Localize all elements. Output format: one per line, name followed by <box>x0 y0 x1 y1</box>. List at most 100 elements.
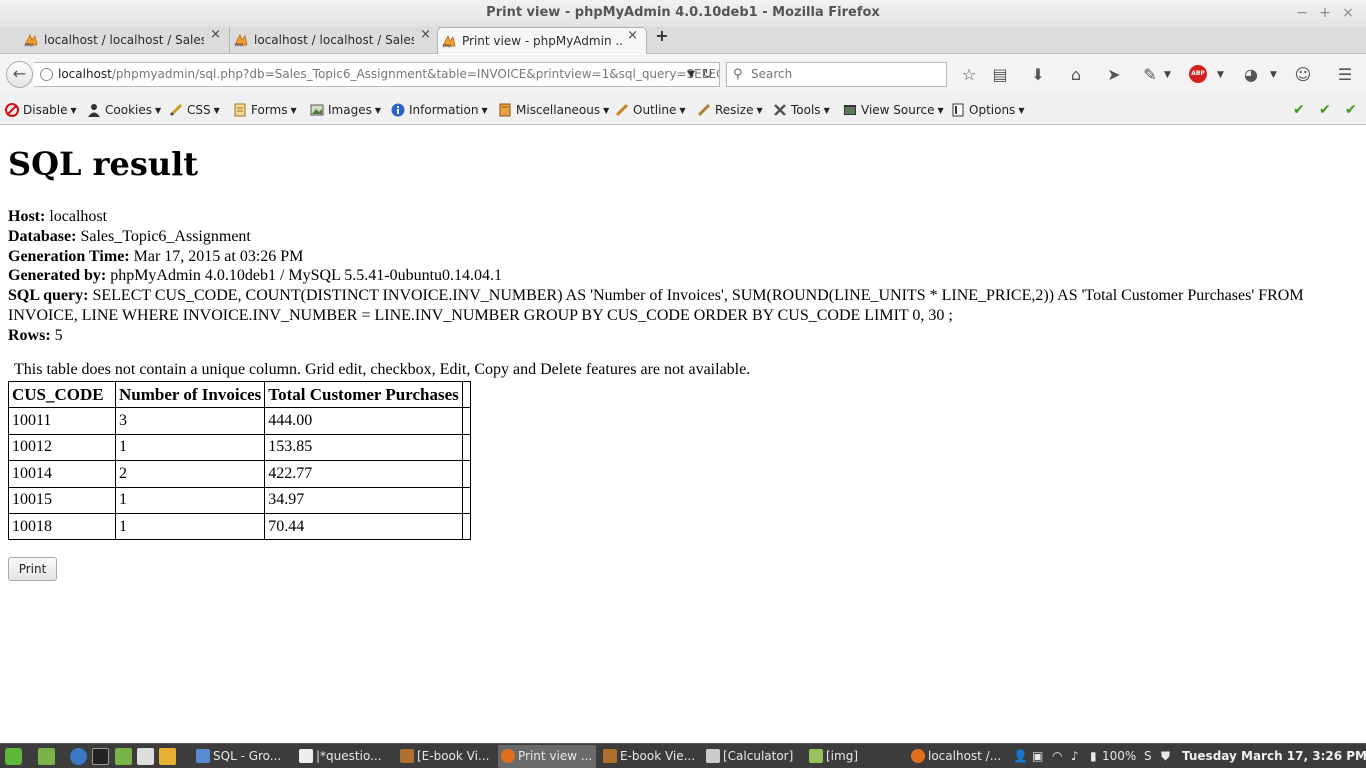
html-valid-check-icon[interactable]: ✔ <box>1319 102 1331 118</box>
taskbar-task-print-view[interactable]: Print view ... <box>498 745 596 768</box>
print-button[interactable]: Print <box>8 557 57 581</box>
devbar-cookies[interactable]: Cookies ▼ <box>87 101 161 119</box>
task-label: [Calculator] <box>723 749 794 763</box>
cell-empty <box>461 433 471 462</box>
forms-icon <box>234 103 246 117</box>
cell-total-purchases: 70.44 <box>264 512 463 541</box>
devbar-forms[interactable]: Forms ▼ <box>233 101 297 119</box>
task-label: [img] <box>826 749 859 763</box>
addon-icon[interactable]: ◕ <box>1240 64 1262 86</box>
tab-close-icon[interactable]: × <box>420 27 431 42</box>
web-developer-toolbar: Disable ▼ Cookies ▼ CSS ▼ Forms ▼ Images ▼ In… <box>0 94 1366 125</box>
search-input[interactable]: ⚲ Search <box>726 62 947 87</box>
extension-icon[interactable]: ✎ <box>1139 64 1161 86</box>
terminal-icon[interactable] <box>92 748 109 765</box>
battery-icon[interactable]: ▮ <box>1090 744 1097 768</box>
host-line: Host: localhost <box>8 207 1358 227</box>
download-icon[interactable]: ⬇ <box>1027 64 1049 86</box>
ebook-viewer-icon <box>400 749 414 763</box>
url-bar[interactable]: localhost/phpmyadmin/sql.php?db=Sales_To… <box>34 62 720 87</box>
tab-close-icon[interactable]: × <box>627 28 638 43</box>
globe-icon <box>40 68 53 81</box>
cell-empty <box>461 486 471 514</box>
adblock-plus-icon[interactable]: ABP <box>1189 65 1207 83</box>
devbar-disable[interactable]: Disable ▼ <box>5 101 77 119</box>
devbar-tools[interactable]: Tools ▼ <box>773 101 830 119</box>
taskbar-task-ebook-1[interactable]: [E-book Vi... <box>397 745 495 768</box>
addon-dropdown-icon[interactable]: ▼ <box>1270 64 1277 86</box>
url-host: localhost <box>58 67 112 81</box>
css-valid-check-icon[interactable]: ✔ <box>1293 102 1305 118</box>
pma-icon: PMA <box>24 34 38 48</box>
firefox-icon <box>911 749 925 763</box>
task-label: SQL - Gro... <box>213 749 282 763</box>
cell-total-purchases: 444.00 <box>264 407 463 435</box>
text-editor-icon <box>299 749 313 763</box>
close-window-button[interactable]: × <box>1336 0 1360 26</box>
maximize-button[interactable]: + <box>1313 0 1337 26</box>
tab-localhost-2[interactable]: PMA localhost / localhost / Sales... × <box>230 27 440 54</box>
reading-list-icon[interactable]: ▤ <box>989 64 1011 86</box>
devbar-view-source[interactable]: View Source ▼ <box>843 101 944 119</box>
folder-icon <box>809 749 823 763</box>
show-desktop-icon[interactable] <box>38 748 55 765</box>
taskbar-task-questions[interactable]: |*questio... <box>296 745 394 768</box>
send-icon[interactable]: ➤ <box>1103 64 1125 86</box>
tab-print-view[interactable]: PMA Print view - phpMyAdmin ... × <box>437 27 647 54</box>
devbar-images[interactable]: Images ▼ <box>310 101 381 119</box>
devbar-outline[interactable]: Outline ▼ <box>615 101 686 119</box>
adblock-dropdown-icon[interactable]: ▼ <box>1217 64 1224 86</box>
text-editor-launcher-icon[interactable] <box>137 748 154 765</box>
taskbar-task-img[interactable]: [img] <box>806 745 904 768</box>
task-label: Print view ... <box>518 749 593 763</box>
menu-icon[interactable]: ☰ <box>1334 64 1356 86</box>
volume-icon[interactable]: ♪ <box>1071 744 1079 768</box>
js-valid-check-icon[interactable]: ✔ <box>1345 102 1357 118</box>
pma-icon: PMA <box>234 34 248 47</box>
rows-value: 5 <box>54 326 63 344</box>
column-header-number-of-invoices: Number of Invoices <box>114 380 266 409</box>
tab-localhost-1[interactable]: PMA localhost / localhost / Sales... × <box>20 27 230 54</box>
user-icon[interactable]: 👤 <box>1013 744 1028 768</box>
cell-cus-code: 10018 <box>8 512 116 541</box>
cell-number-of-invoices: 1 <box>114 512 266 541</box>
column-header-total-customer-purchases: Total Customer Purchases <box>264 380 463 409</box>
options-icon <box>952 103 964 117</box>
update-manager-icon[interactable]: S <box>1144 744 1152 768</box>
devbar-resize[interactable]: Resize ▼ <box>697 101 763 119</box>
clipboard-icon[interactable]: ▣ <box>1032 744 1043 768</box>
result-table: CUS_CODE Number of Invoices Total Custom… <box>8 380 471 541</box>
tab-close-icon[interactable]: × <box>210 27 221 42</box>
devbar-options[interactable]: Options ▼ <box>951 101 1024 119</box>
taskbar-task-localhost[interactable]: localhost /... <box>908 745 1006 768</box>
devbar-label: View Source <box>861 103 935 117</box>
back-button[interactable]: ← <box>6 61 33 88</box>
new-tab-button[interactable]: + <box>652 26 672 54</box>
browser-launcher-icon[interactable] <box>70 748 87 765</box>
minimize-button[interactable]: − <box>1290 0 1314 26</box>
devbar-miscellaneous[interactable]: Miscellaneous ▼ <box>498 101 609 119</box>
bookmark-star-icon[interactable]: ☆ <box>958 64 980 86</box>
url-history-dropdown-icon[interactable]: ▼ <box>687 63 695 86</box>
svg-text:PMA: PMA <box>25 43 34 48</box>
devbar-css[interactable]: CSS ▼ <box>169 101 220 119</box>
extension-dropdown-icon[interactable]: ▼ <box>1164 64 1171 86</box>
task-label: E-book Vie... <box>620 749 696 763</box>
network-wifi-icon[interactable]: ◠ <box>1052 744 1062 768</box>
taskbar-task-sql[interactable]: SQL - Gro... <box>193 745 291 768</box>
devbar-information[interactable]: Information ▼ <box>391 101 488 119</box>
taskbar-task-calculator[interactable]: [Calculator] <box>703 745 801 768</box>
clock[interactable]: Tuesday March 17, 3:26 PM <box>1182 744 1366 768</box>
archive-icon[interactable] <box>159 748 176 765</box>
home-icon[interactable]: ⌂ <box>1065 64 1087 86</box>
battery-percent: 100% <box>1102 749 1137 763</box>
generation-time-label: Generation Time: <box>8 247 130 265</box>
reload-icon[interactable]: ↻ <box>702 63 713 86</box>
files-icon[interactable] <box>115 748 132 765</box>
page-title: SQL result <box>8 145 199 183</box>
taskbar-task-ebook-2[interactable]: E-book Vie... <box>600 745 698 768</box>
mint-menu-icon[interactable] <box>5 748 22 765</box>
shield-icon[interactable]: ⛊ <box>1161 744 1170 768</box>
chat-icon[interactable]: ☺ <box>1292 64 1314 86</box>
cell-number-of-invoices: 1 <box>114 433 266 462</box>
